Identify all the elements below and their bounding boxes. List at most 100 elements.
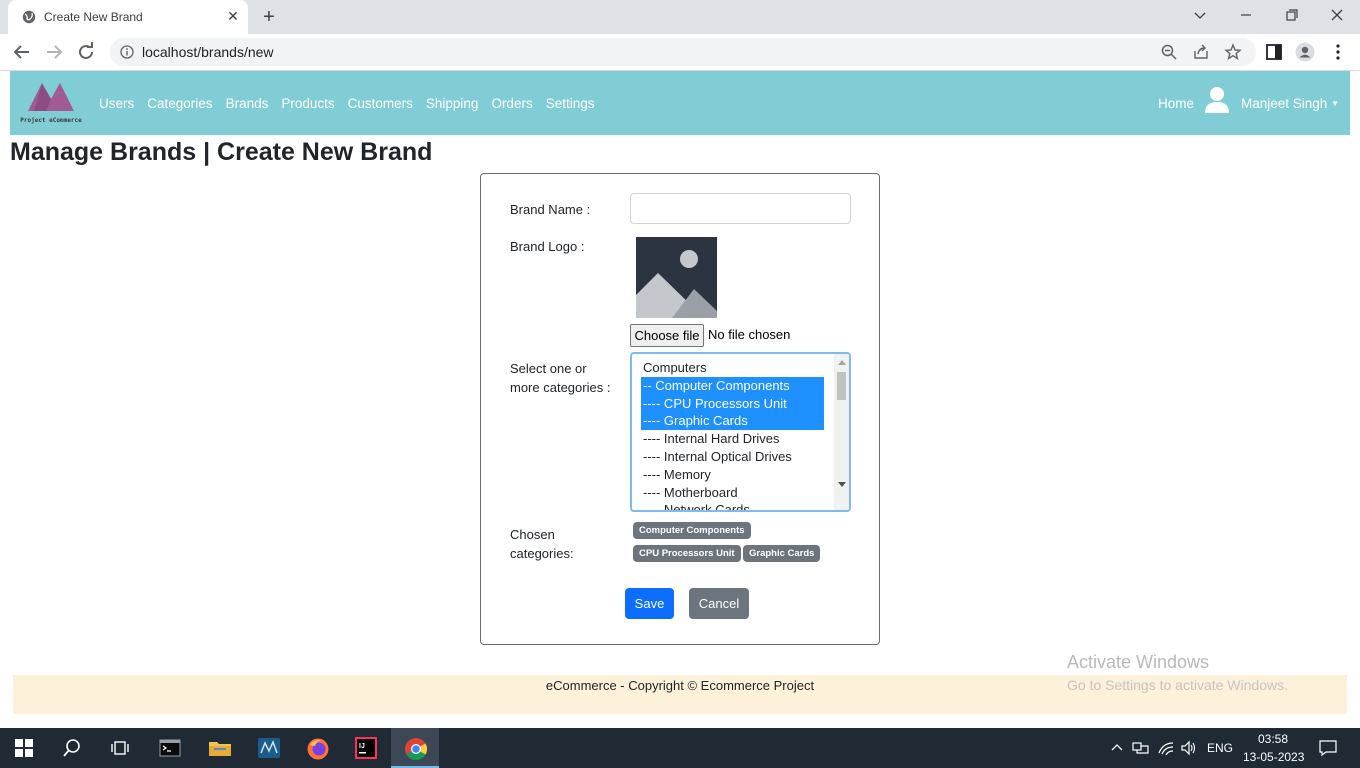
page-title: Manage Brands | Create New Brand (10, 138, 433, 166)
category-option[interactable]: ---- Memory (641, 466, 824, 484)
logo-text: Project eCommerce (20, 117, 82, 124)
nav-link-categories[interactable]: Categories (147, 96, 212, 111)
forward-arrow-icon[interactable] (42, 40, 66, 64)
chrome-icon (405, 738, 427, 760)
window-close-icon[interactable] (1322, 5, 1352, 27)
task-view-button[interactable] (96, 728, 144, 768)
browser-toolbar: localhost/brands/new (0, 34, 1360, 71)
language-indicator[interactable]: ENG (1207, 741, 1233, 755)
browser-tabstrip: Create New Brand ✕ + (0, 0, 1360, 34)
brand-logo[interactable]: Project eCommerce (20, 79, 82, 127)
brand-name-label: Brand Name : (510, 202, 591, 217)
taskbar-firefox[interactable] (293, 728, 341, 768)
user-name: Manjeet Singh (1241, 96, 1328, 111)
browser-tab[interactable]: Create New Brand ✕ (8, 0, 248, 34)
windows-logo-icon (15, 739, 33, 757)
svg-text:IJ: IJ (359, 743, 365, 750)
logo-mark-icon (28, 83, 74, 111)
category-option[interactable]: ---- Network Cards (641, 501, 824, 510)
category-option[interactable]: -- Computer Components (641, 377, 824, 395)
back-arrow-icon[interactable] (10, 40, 34, 64)
new-tab-button[interactable]: + (258, 6, 280, 28)
app-navbar: Project eCommerce Users Categories Brand… (10, 71, 1350, 135)
cancel-button[interactable]: Cancel (689, 588, 749, 619)
chosen-label-line2: categories: (510, 546, 574, 561)
categories-multiselect[interactable]: Computers -- Computer Components ---- CP… (630, 352, 851, 512)
image-placeholder-icon (636, 237, 717, 318)
tab-search-chevron-icon[interactable] (1185, 5, 1215, 27)
clock-date[interactable]: 13-05-2023 (1243, 750, 1304, 764)
side-panel-icon[interactable] (1264, 42, 1284, 62)
categories-label-line2: more categories : (510, 380, 611, 395)
category-option[interactable]: ---- Motherboard (641, 484, 824, 502)
logo-preview-image (636, 237, 717, 318)
address-bar[interactable]: localhost/brands/new (110, 38, 1256, 66)
scroll-down-arrow-icon[interactable] (838, 482, 846, 487)
zoom-icon[interactable] (1160, 43, 1178, 61)
file-status-text: No file chosen (708, 327, 791, 342)
taskbar-intellij[interactable]: IJ (342, 728, 390, 768)
activate-windows-title: Activate Windows (1067, 652, 1210, 672)
nav-link-settings[interactable]: Settings (546, 96, 595, 111)
taskbar-terminal[interactable] (146, 728, 194, 768)
more-menu-icon[interactable] (1328, 42, 1348, 62)
category-option[interactable]: ---- Graphic Cards (641, 412, 824, 430)
categories-label-line1: Select one or (510, 361, 587, 376)
firefox-icon (307, 738, 329, 760)
save-button[interactable]: Save (625, 588, 674, 619)
intellij-icon: IJ (355, 737, 377, 759)
info-icon[interactable] (120, 45, 134, 59)
chosen-category-badge: Computer Components (633, 522, 751, 539)
category-option[interactable]: ---- Internal Optical Drives (641, 448, 824, 466)
chosen-label-line1: Chosen (510, 527, 555, 542)
share-icon[interactable] (1192, 43, 1210, 61)
network-adapter-icon[interactable] (1132, 740, 1150, 756)
choose-file-button[interactable]: Choose file (630, 324, 704, 347)
taskbar-mysql-workbench[interactable] (244, 728, 292, 768)
tray-chevron-up-icon[interactable] (1110, 741, 1124, 755)
category-option[interactable]: ---- CPU Processors Unit (641, 395, 824, 413)
category-option[interactable]: Computers (641, 359, 824, 377)
brand-logo-label: Brand Logo : (510, 239, 585, 254)
activate-windows-subtitle: Go to Settings to activate Windows. (1067, 677, 1288, 693)
volume-icon[interactable] (1180, 740, 1198, 756)
nav-links: Users Categories Brands Products Custome… (99, 96, 607, 111)
user-icon[interactable] (1204, 86, 1230, 114)
taskbar-file-explorer[interactable] (195, 728, 243, 768)
windows-taskbar: IJ ENG 03:58 13-05-2023 (0, 728, 1360, 768)
chosen-category-badge: Graphic Cards (743, 545, 821, 562)
reload-icon[interactable] (74, 40, 98, 64)
user-menu-dropdown[interactable]: Manjeet Singh ▼ (1241, 96, 1339, 111)
nav-link-brands[interactable]: Brands (226, 96, 269, 111)
nav-link-home[interactable]: Home (1158, 96, 1194, 111)
nav-link-products[interactable]: Products (281, 96, 334, 111)
nav-link-customers[interactable]: Customers (348, 96, 413, 111)
tab-title: Create New Brand (44, 10, 143, 24)
scroll-up-arrow-icon[interactable] (838, 360, 846, 365)
close-tab-icon[interactable]: ✕ (226, 9, 240, 23)
notifications-icon[interactable] (1318, 739, 1338, 757)
nav-link-orders[interactable]: Orders (491, 96, 532, 111)
brand-form: Brand Name : Brand Logo : Choose file No… (480, 173, 880, 645)
taskbar-chrome[interactable] (391, 728, 439, 768)
select-scrollbar[interactable] (834, 354, 849, 510)
caret-down-icon: ▼ (1331, 99, 1339, 108)
minimize-icon[interactable] (1231, 5, 1261, 27)
chosen-category-badge: CPU Processors Unit (633, 545, 741, 562)
terminal-icon (159, 739, 181, 757)
scrollbar-thumb[interactable] (837, 372, 846, 400)
wifi-icon[interactable] (1157, 740, 1175, 756)
profile-avatar-icon[interactable] (1295, 42, 1315, 62)
brand-name-input[interactable] (630, 193, 851, 224)
search-icon (63, 739, 80, 757)
folder-icon (209, 742, 231, 756)
mysql-workbench-icon (258, 738, 280, 758)
restore-icon[interactable] (1276, 5, 1306, 27)
clock-time[interactable]: 03:58 (1258, 732, 1288, 746)
start-button[interactable] (0, 728, 48, 768)
category-option[interactable]: ---- Internal Hard Drives (641, 430, 824, 448)
search-button[interactable] (48, 728, 96, 768)
nav-link-users[interactable]: Users (99, 96, 134, 111)
nav-link-shipping[interactable]: Shipping (426, 96, 479, 111)
bookmark-star-icon[interactable] (1224, 43, 1242, 61)
